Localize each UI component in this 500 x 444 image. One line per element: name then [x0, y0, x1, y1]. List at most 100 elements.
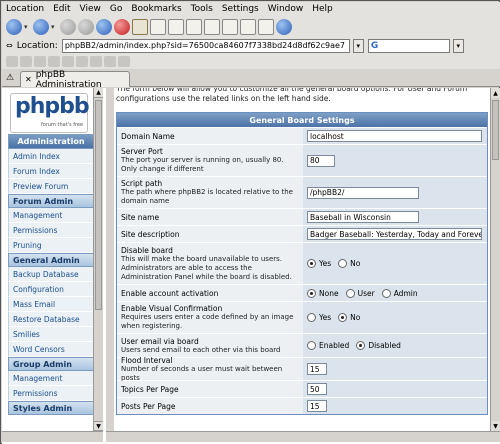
site-description-input[interactable]: Badger Baseball: Yesterday, Today and Fo… [307, 228, 482, 240]
toolbar-next-icon[interactable] [90, 56, 102, 67]
site-name-input[interactable]: Baseball in Wisconsin [307, 211, 419, 223]
toolbar-help-icon[interactable] [118, 56, 130, 67]
up-icon[interactable] [60, 18, 76, 35]
email-enabled-radio[interactable]: Enabled [307, 341, 349, 350]
sidebar-item-word-censors[interactable]: Word Censors [8, 342, 94, 357]
google-icon: G [370, 40, 379, 51]
stop-icon[interactable] [114, 18, 130, 35]
scroll-down-icon[interactable]: ▼ [94, 421, 103, 431]
toolbar-left-icon[interactable] [6, 56, 18, 67]
print-icon[interactable] [168, 18, 184, 35]
menu-go[interactable]: Go [110, 4, 122, 14]
table-row: Flood Interval Number of seconds a user … [117, 356, 487, 382]
sidebar-item-forum-permissions[interactable]: Permissions [8, 223, 94, 238]
scroll-thumb[interactable] [492, 100, 499, 160]
home-icon[interactable] [132, 18, 148, 35]
toolbar-right-icon[interactable] [20, 56, 32, 67]
scroll-up-icon[interactable]: ▲ [491, 88, 500, 98]
chevron-down-icon: ▾ [356, 41, 361, 50]
main-vertical-scrollbar[interactable]: ▲ ▼ [490, 88, 500, 431]
radio-selected-icon[interactable] [307, 288, 316, 298]
phpbb-logo[interactable]: phpbb forum that's free [10, 93, 90, 133]
toolbar-down-icon[interactable] [48, 56, 60, 67]
flood-interval-input[interactable]: 15 [307, 363, 327, 375]
domain-name-input[interactable]: localhost [307, 130, 482, 142]
sidebar-item-configuration[interactable]: Configuration [8, 282, 94, 297]
sidebar-item-group-permissions[interactable]: Permissions [8, 386, 94, 401]
sidebar-item-forum-management[interactable]: Management [8, 208, 94, 223]
sidebar-item-forum-index[interactable]: Forum Index [8, 164, 94, 179]
toolbar-up-icon[interactable] [34, 56, 46, 67]
menu-help[interactable]: Help [312, 4, 333, 14]
mail-icon[interactable] [258, 18, 274, 35]
activation-admin-radio[interactable]: Admin [381, 288, 418, 298]
visual-confirmation-yes-radio[interactable]: Yes [307, 313, 331, 322]
back-icon[interactable] [6, 18, 22, 35]
zoom-in-icon[interactable] [204, 18, 220, 35]
nav-section-group-admin: Group Admin [8, 357, 94, 371]
close-tab-icon[interactable]: ✕ [25, 75, 32, 84]
zoom-reset-icon[interactable] [240, 18, 256, 35]
scroll-down-icon[interactable]: ▼ [491, 421, 500, 431]
sidebar-item-smilies[interactable]: Smilies [8, 327, 94, 342]
disable-board-no-radio[interactable]: No [338, 259, 360, 268]
menu-tools[interactable]: Tools [191, 4, 213, 14]
url-dropdown-button[interactable]: ▾ [352, 38, 364, 53]
radio-icon[interactable] [307, 313, 316, 322]
radio-icon[interactable] [307, 341, 316, 350]
menu-view[interactable]: View [80, 4, 101, 14]
server-port-input[interactable]: 80 [307, 154, 335, 167]
toolbar-prev-icon[interactable] [76, 56, 88, 67]
search-engine-dropdown[interactable]: ▾ [452, 38, 464, 53]
radio-selected-icon[interactable] [356, 341, 366, 350]
sidebar-item-mass-email[interactable]: Mass Email [8, 297, 94, 312]
scroll-thumb[interactable] [95, 100, 102, 310]
posts-per-page-input[interactable]: 15 [307, 400, 327, 412]
activation-none-radio[interactable]: None [307, 288, 339, 298]
sidebar-item-backup-database[interactable]: Backup Database [8, 267, 94, 282]
back-history-chevron-icon[interactable]: ▾ [24, 19, 31, 35]
sidebar-item-admin-index[interactable]: Admin Index [8, 149, 94, 164]
main-horizontal-scrollbar[interactable] [106, 431, 500, 442]
disable-board-yes-radio[interactable]: Yes [307, 259, 331, 268]
forward-history-chevron-icon[interactable]: ▾ [51, 19, 58, 35]
menu-bookmarks[interactable]: Bookmarks [131, 4, 181, 14]
radio-selected-icon[interactable] [338, 313, 348, 322]
radio-icon[interactable] [381, 288, 391, 298]
new-tab-icon[interactable]: ⚠ [6, 73, 14, 83]
sidebar-item-restore-database[interactable]: Restore Database [8, 312, 94, 327]
zoom-out-icon[interactable] [222, 18, 238, 35]
sidebar-item-group-management[interactable]: Management [8, 371, 94, 386]
tab-phpbb-administration[interactable]: ✕ phpBB Administration [20, 70, 130, 90]
activation-user-radio[interactable]: User [345, 288, 375, 298]
location-drag-icon[interactable]: ⇔ [6, 41, 13, 50]
find-icon[interactable] [186, 18, 202, 35]
reload-icon[interactable] [96, 18, 112, 35]
sidebar-item-preview-forum[interactable]: Preview Forum [8, 179, 94, 194]
menu-edit[interactable]: Edit [53, 4, 70, 14]
url-input[interactable]: phpBB2/admin/index.php?sid=76500ca84607f… [61, 38, 350, 53]
sidebar-item-pruning[interactable]: Pruning [8, 238, 94, 253]
toolbar-first-icon[interactable] [62, 56, 74, 67]
search-input[interactable]: G [367, 38, 450, 53]
download-icon[interactable] [276, 18, 292, 35]
sidebar-horizontal-scrollbar[interactable] [2, 431, 103, 442]
email-disabled-radio[interactable]: Disabled [356, 341, 401, 350]
server-port-label: Server Port [121, 147, 163, 156]
radio-icon[interactable] [345, 288, 355, 298]
sidebar-vertical-scrollbar[interactable]: ▲ ▼ [93, 88, 103, 431]
menu-window[interactable]: Window [268, 4, 304, 14]
toolbar-last-icon[interactable] [104, 56, 116, 67]
menu-settings[interactable]: Settings [222, 4, 259, 14]
visual-confirmation-no-radio[interactable]: No [338, 313, 360, 322]
script-path-input[interactable]: /phpBB2/ [307, 186, 419, 199]
scroll-up-icon[interactable]: ▲ [94, 88, 103, 98]
frame-divider[interactable] [106, 88, 114, 431]
topics-per-page-input[interactable]: 50 [307, 383, 327, 395]
top-icon[interactable] [78, 18, 94, 35]
radio-icon[interactable] [338, 259, 348, 268]
menu-location[interactable]: Location [6, 4, 44, 14]
bookmark-icon[interactable] [150, 18, 166, 35]
radio-selected-icon[interactable] [307, 259, 316, 268]
forward-icon[interactable] [33, 18, 49, 35]
